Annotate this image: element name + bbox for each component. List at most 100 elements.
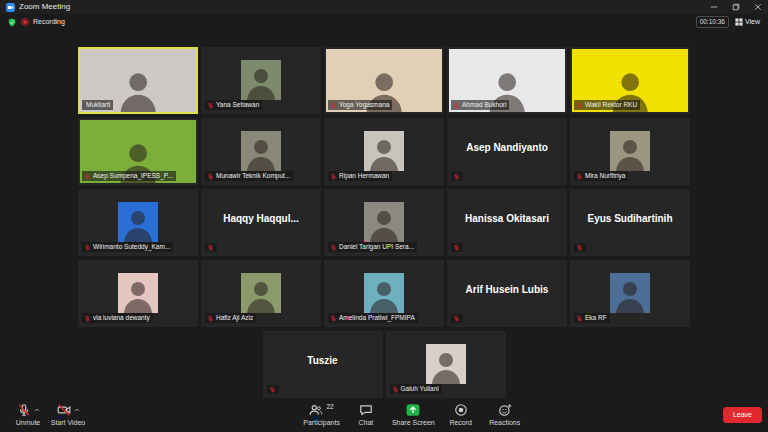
record-button-icons: [454, 403, 468, 417]
participant-tile[interactable]: Eka RF: [570, 260, 690, 327]
participant-tile[interactable]: Asep Sumpena_IPESS_P...: [78, 118, 198, 185]
participant-tile[interactable]: Hafiz Aji Aziz: [201, 260, 321, 327]
participant-tile[interactable]: Eyus Sudihartinih: [570, 189, 690, 256]
microphone-icon[interactable]: [17, 403, 31, 417]
gallery-grid-icon[interactable]: [735, 18, 743, 26]
smiley-icon[interactable]: [498, 403, 512, 417]
audio-button[interactable]: Unmute: [8, 403, 48, 427]
participant-tile[interactable]: Amelinda Pratiwi_FPMIPA: [324, 260, 444, 327]
share-button[interactable]: Share Screen: [390, 403, 437, 427]
participant-tile[interactable]: Hanissa Okitasari: [447, 189, 567, 256]
meeting-timer: 00:10:36: [696, 16, 729, 28]
participant-label: Amelinda Pratiwi_FPMIPA: [328, 313, 418, 323]
participant-label: [574, 243, 586, 252]
participant-name: Amelinda Pratiwi_FPMIPA: [339, 314, 415, 322]
toolbar-center: 22Participants Chat Share Screen Record Reac…: [245, 403, 524, 427]
person-silhouette-icon: [610, 273, 650, 313]
video-button[interactable]: Start Video: [48, 403, 88, 427]
share-button-icons: [406, 403, 420, 417]
participant-tile[interactable]: Yana Setiawan: [201, 47, 321, 114]
participant-label: Wakil Rektor RKU: [574, 100, 640, 110]
person-silhouette-icon: [241, 131, 281, 171]
reactions-button[interactable]: Reactions: [485, 403, 525, 427]
participant-tile[interactable]: Wirimanto Suteddy_Kam...: [78, 189, 198, 256]
security-shield-icon[interactable]: [8, 18, 16, 27]
person-silhouette-icon: [364, 131, 404, 171]
meeting-toolbar: Unmute Start Video 22Participants Chat Share…: [0, 398, 768, 432]
video-label[interactable]: Start Video: [51, 419, 86, 427]
participant-tile[interactable]: Tuszie: [263, 331, 383, 398]
camera-icon[interactable]: [57, 403, 71, 417]
participants-button[interactable]: 22Participants: [301, 403, 342, 427]
person-silhouette-icon: [426, 344, 466, 384]
participant-tile[interactable]: Daniel Tarigan UPI Sera...: [324, 189, 444, 256]
mute-status: [269, 386, 276, 393]
participant-tile[interactable]: Wakil Rektor RKU: [570, 47, 690, 114]
share-arrow-icon[interactable]: [406, 403, 420, 417]
chat-button[interactable]: Chat: [346, 403, 386, 427]
options-caret-icon[interactable]: [34, 407, 40, 413]
participant-tile[interactable]: via luviana dewanty: [78, 260, 198, 327]
people-icon[interactable]: [309, 403, 323, 417]
person-silhouette-icon: [610, 131, 650, 171]
participant-label: Galuh Yuliani: [390, 384, 442, 394]
participant-tile[interactable]: Mukliarti: [78, 47, 198, 114]
muted-mic-icon: [330, 173, 337, 180]
share-label[interactable]: Share Screen: [392, 419, 435, 427]
participant-name: Ahmad Bukhori: [462, 101, 506, 109]
maximize-icon[interactable]: [732, 3, 740, 11]
muted-mic-icon: [84, 173, 91, 180]
participant-tile[interactable]: Haqqy Haqqul...: [201, 189, 321, 256]
mute-status: [576, 315, 583, 322]
participant-tile[interactable]: Asep Nandiyanto: [447, 118, 567, 185]
participant-label: [267, 385, 279, 394]
view-button[interactable]: View: [735, 17, 760, 28]
muted-mic-icon: [330, 244, 337, 251]
participants-label[interactable]: Participants: [303, 419, 340, 427]
mute-status: [576, 244, 583, 251]
leave-button[interactable]: Leave: [723, 407, 762, 423]
record-button[interactable]: Record: [441, 403, 481, 427]
chat-label[interactable]: Chat: [358, 419, 373, 427]
participant-tile[interactable]: Munawir Teknik Komput...: [201, 118, 321, 185]
record-icon[interactable]: [454, 403, 468, 417]
mute-status: [576, 102, 583, 109]
participant-label: [451, 172, 463, 181]
participant-name: via luviana dewanty: [93, 314, 150, 322]
profile-photo: [610, 131, 650, 171]
view-label[interactable]: View: [745, 17, 760, 28]
participant-tile[interactable]: Yoga Yogasmana: [324, 47, 444, 114]
minimize-icon[interactable]: [710, 3, 718, 11]
participant-tile[interactable]: Galuh Yuliani: [386, 331, 506, 398]
participant-tile[interactable]: Arif Husein Lubis: [447, 260, 567, 327]
participant-tile[interactable]: Ahmad Bukhori: [447, 47, 567, 114]
chat-bubble-icon[interactable]: [359, 403, 373, 417]
options-caret-icon[interactable]: [74, 407, 80, 413]
record-label[interactable]: Record: [449, 419, 472, 427]
mute-status: [453, 102, 460, 109]
participant-name-display: Haqqy Haqqul...: [219, 213, 303, 233]
profile-photo: [364, 131, 404, 171]
reactions-label[interactable]: Reactions: [489, 419, 520, 427]
participant-tile[interactable]: Mira Nurfitriya: [570, 118, 690, 185]
mute-status: [207, 244, 214, 251]
profile-photo: [426, 344, 466, 384]
meeting-info-right: 00:10:36 View: [696, 16, 760, 28]
muted-mic-icon: [84, 244, 91, 251]
toolbar-left: Unmute Start Video: [8, 403, 245, 427]
muted-mic-icon: [453, 173, 460, 180]
person-silhouette-icon: [364, 273, 404, 313]
muted-mic-icon: [453, 244, 460, 251]
video-gallery: MukliartiYana SetiawanYoga Yogasmana Ahma…: [0, 30, 768, 398]
audio-label[interactable]: Unmute: [16, 419, 41, 427]
participant-label: Munawir Teknik Komput...: [205, 171, 293, 181]
participant-name: Ripan Hermawan: [339, 172, 389, 180]
muted-mic-icon: [207, 315, 214, 322]
profile-photo: [241, 60, 281, 100]
reactions-button-icons: [498, 403, 512, 417]
window-title: Zoom Meeting: [19, 1, 70, 13]
participant-tile[interactable]: Ripan Hermawan: [324, 118, 444, 185]
participant-label: Mira Nurfitriya: [574, 171, 628, 181]
profile-photo: [118, 273, 158, 313]
close-icon[interactable]: [754, 3, 762, 11]
